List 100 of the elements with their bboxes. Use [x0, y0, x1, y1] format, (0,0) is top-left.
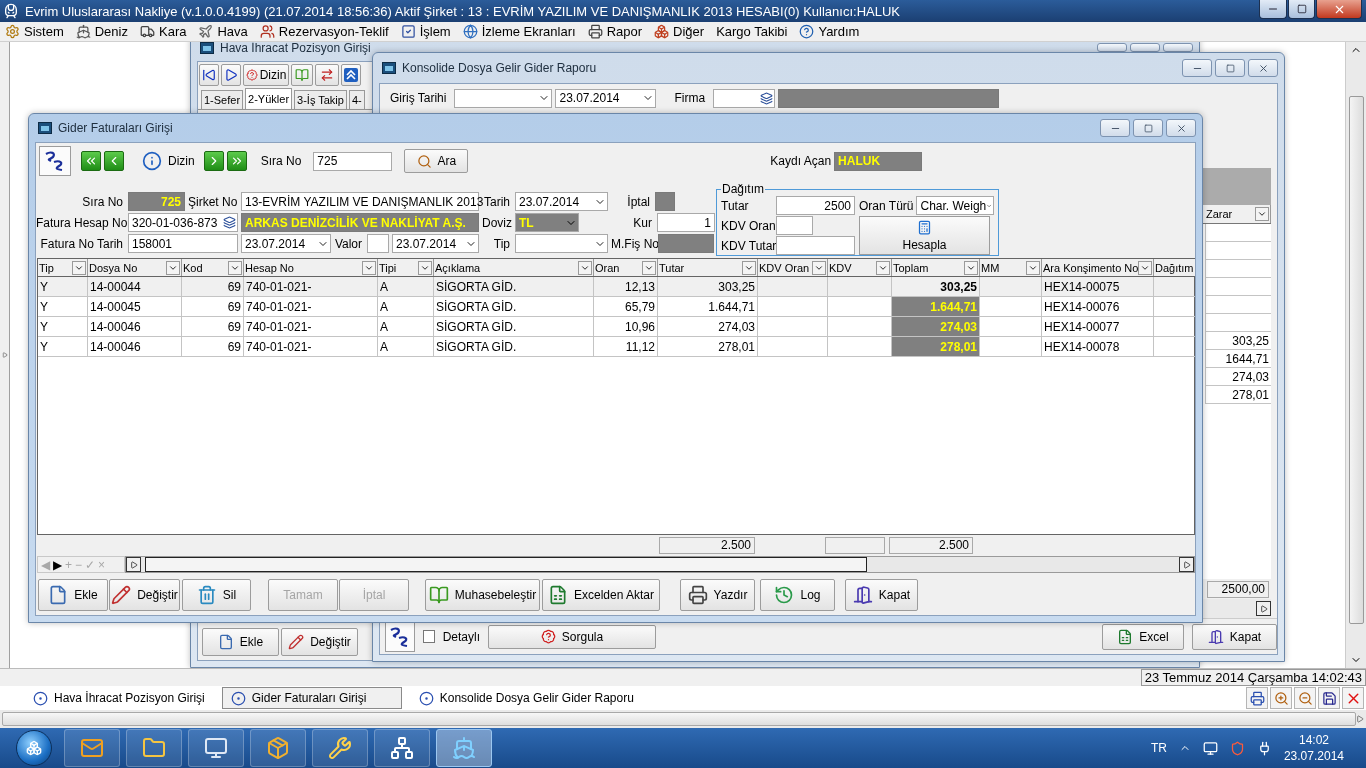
- toolbar-button[interactable]: Değiştir: [109, 578, 180, 611]
- navigator-symbol[interactable]: ▶: [53, 557, 62, 572]
- maximize-button[interactable]: [1215, 59, 1245, 77]
- filter-button[interactable]: [72, 260, 86, 275]
- menu-item[interactable]: İzleme Ekranları: [459, 24, 583, 39]
- menu-item[interactable]: İşlem: [397, 24, 458, 39]
- date-dropdown[interactable]: [454, 88, 553, 108]
- filter-button[interactable]: [362, 260, 376, 275]
- menu-item[interactable]: Kargo Takibi: [713, 24, 795, 39]
- currency-dropdown[interactable]: TL: [515, 213, 579, 232]
- window-tab[interactable]: Hava İhracat Pozisyon Girişi: [24, 687, 214, 709]
- table-row[interactable]: Y 14-00046 69 740-01-021- A SİGORTA GİD. 11,12 278,01 278,01 HEX14-00078: [38, 337, 1194, 357]
- toolbar-button[interactable]: Log: [760, 578, 835, 611]
- column-header[interactable]: Zarar: [1205, 205, 1271, 223]
- toolbar-button[interactable]: [341, 64, 361, 86]
- account-field[interactable]: [713, 88, 776, 108]
- tab[interactable]: 2-Yükler: [245, 88, 293, 109]
- index-button[interactable]: Dizin: [243, 64, 289, 86]
- menu-item[interactable]: Deniz: [72, 24, 135, 39]
- previous-button[interactable]: [104, 151, 124, 171]
- column-header[interactable]: Hesap No: [244, 259, 378, 276]
- filter-button[interactable]: [1138, 260, 1153, 275]
- filter-button[interactable]: [578, 260, 592, 275]
- toolbar-button[interactable]: [291, 64, 313, 86]
- restore-button[interactable]: [1288, 0, 1315, 19]
- language-indicator[interactable]: TR: [1150, 741, 1167, 755]
- column-header[interactable]: KDV: [828, 259, 892, 276]
- scroll-left-button[interactable]: [126, 557, 141, 572]
- scroll-right-button[interactable]: [1256, 601, 1271, 616]
- column-header[interactable]: KDV Oran: [758, 259, 828, 276]
- toolbar-button[interactable]: Muhasebeleştir: [425, 578, 540, 611]
- horizontal-scrollbar[interactable]: [125, 556, 1195, 573]
- menu-item[interactable]: Diğer: [651, 24, 712, 39]
- menu-item[interactable]: Yardım: [796, 24, 867, 39]
- print-button[interactable]: [1246, 687, 1268, 709]
- index-button[interactable]: Dizin: [136, 146, 201, 176]
- column-header[interactable]: Tip: [38, 259, 88, 276]
- search-button[interactable]: Ara: [404, 149, 469, 173]
- input-field[interactable]: [367, 234, 389, 253]
- menu-item[interactable]: Kara: [137, 24, 194, 39]
- filter-button[interactable]: [964, 260, 978, 275]
- horizontal-scrollbar[interactable]: [0, 710, 1366, 728]
- filter-button[interactable]: [1026, 260, 1040, 275]
- type-dropdown[interactable]: [515, 234, 608, 253]
- toolbar-button[interactable]: Yazdır: [680, 578, 755, 611]
- account-field[interactable]: 320-01-036-873: [128, 213, 238, 232]
- column-header[interactable]: Oran: [594, 259, 658, 276]
- close-button[interactable]: [1316, 0, 1362, 19]
- logo-button[interactable]: [39, 146, 71, 176]
- filter-button[interactable]: [742, 260, 756, 275]
- scroll-thumb[interactable]: [1348, 96, 1364, 624]
- column-header[interactable]: Açıklama: [434, 259, 594, 276]
- table-row[interactable]: Y 14-00044 69 740-01-021- A SİGORTA GİD. 12,13 303,25 303,25 HEX14-00075: [38, 277, 1194, 297]
- window-tab[interactable]: Konsolide Dosya Gelir Gider Raporu: [409, 687, 643, 709]
- filter-button[interactable]: [1255, 207, 1269, 221]
- minimize-button[interactable]: [1259, 0, 1287, 19]
- date-dropdown[interactable]: 23.07.2014: [515, 192, 608, 211]
- column-header[interactable]: Dağıtım: [1154, 259, 1195, 276]
- close-button[interactable]: [1342, 687, 1364, 709]
- column-header[interactable]: Tutar: [658, 259, 758, 276]
- input-field[interactable]: [776, 216, 813, 235]
- search-field[interactable]: 725: [313, 151, 393, 171]
- table-row[interactable]: Y 14-00046 69 740-01-021- A SİGORTA GİD. 10,96 274,03 274,03 HEX14-00077: [38, 317, 1194, 337]
- filter-button[interactable]: [228, 260, 242, 275]
- filter-button[interactable]: [812, 260, 826, 275]
- tab[interactable]: 4-: [348, 90, 365, 109]
- toolbar-button[interactable]: [315, 64, 339, 86]
- filter-button[interactable]: [876, 260, 890, 275]
- toolbar-button[interactable]: Ekle: [38, 578, 108, 611]
- maximize-button[interactable]: [1133, 119, 1163, 137]
- next-button[interactable]: [203, 151, 224, 171]
- toolbar-button[interactable]: Excelden Aktar: [542, 578, 660, 611]
- start-button[interactable]: [16, 730, 52, 766]
- filter-button[interactable]: [166, 260, 180, 275]
- toolbar-button[interactable]: Sil: [182, 578, 251, 611]
- menu-item[interactable]: Rezervasyon-Teklif: [256, 24, 396, 39]
- invoice-number-field[interactable]: 158001: [128, 234, 238, 253]
- first-button[interactable]: [81, 151, 101, 171]
- menu-item[interactable]: Sistem: [2, 24, 71, 39]
- rate-type-dropdown[interactable]: Char. Weigh: [916, 196, 995, 215]
- toolbar-button[interactable]: Excel: [1102, 623, 1184, 650]
- column-header[interactable]: MM: [980, 259, 1042, 276]
- maximize-button[interactable]: [1130, 43, 1160, 52]
- column-header[interactable]: Dosya No: [88, 259, 182, 276]
- column-header[interactable]: Ara Konşimento No: [1042, 259, 1154, 276]
- scroll-thumb[interactable]: [2, 712, 1356, 726]
- column-header[interactable]: Toplam: [892, 259, 980, 276]
- menu-item[interactable]: Hava: [195, 24, 255, 39]
- close-button[interactable]: [1163, 43, 1193, 52]
- zoom-in-button[interactable]: [1270, 687, 1292, 709]
- tab[interactable]: 3-İş Takip: [294, 90, 347, 109]
- first-button[interactable]: [199, 64, 219, 86]
- date-dropdown[interactable]: 23.07.2014: [555, 88, 657, 108]
- query-button[interactable]: Sorgula: [488, 624, 656, 649]
- calculate-button[interactable]: Hesapla: [859, 216, 990, 255]
- window-tab[interactable]: Gider Faturaları Girişi: [221, 687, 402, 709]
- toolbar-button[interactable]: Kapat: [1192, 623, 1277, 650]
- filter-button[interactable]: [642, 260, 656, 275]
- toolbar-button[interactable]: Kapat: [845, 578, 918, 611]
- zoom-out-button[interactable]: [1294, 687, 1316, 709]
